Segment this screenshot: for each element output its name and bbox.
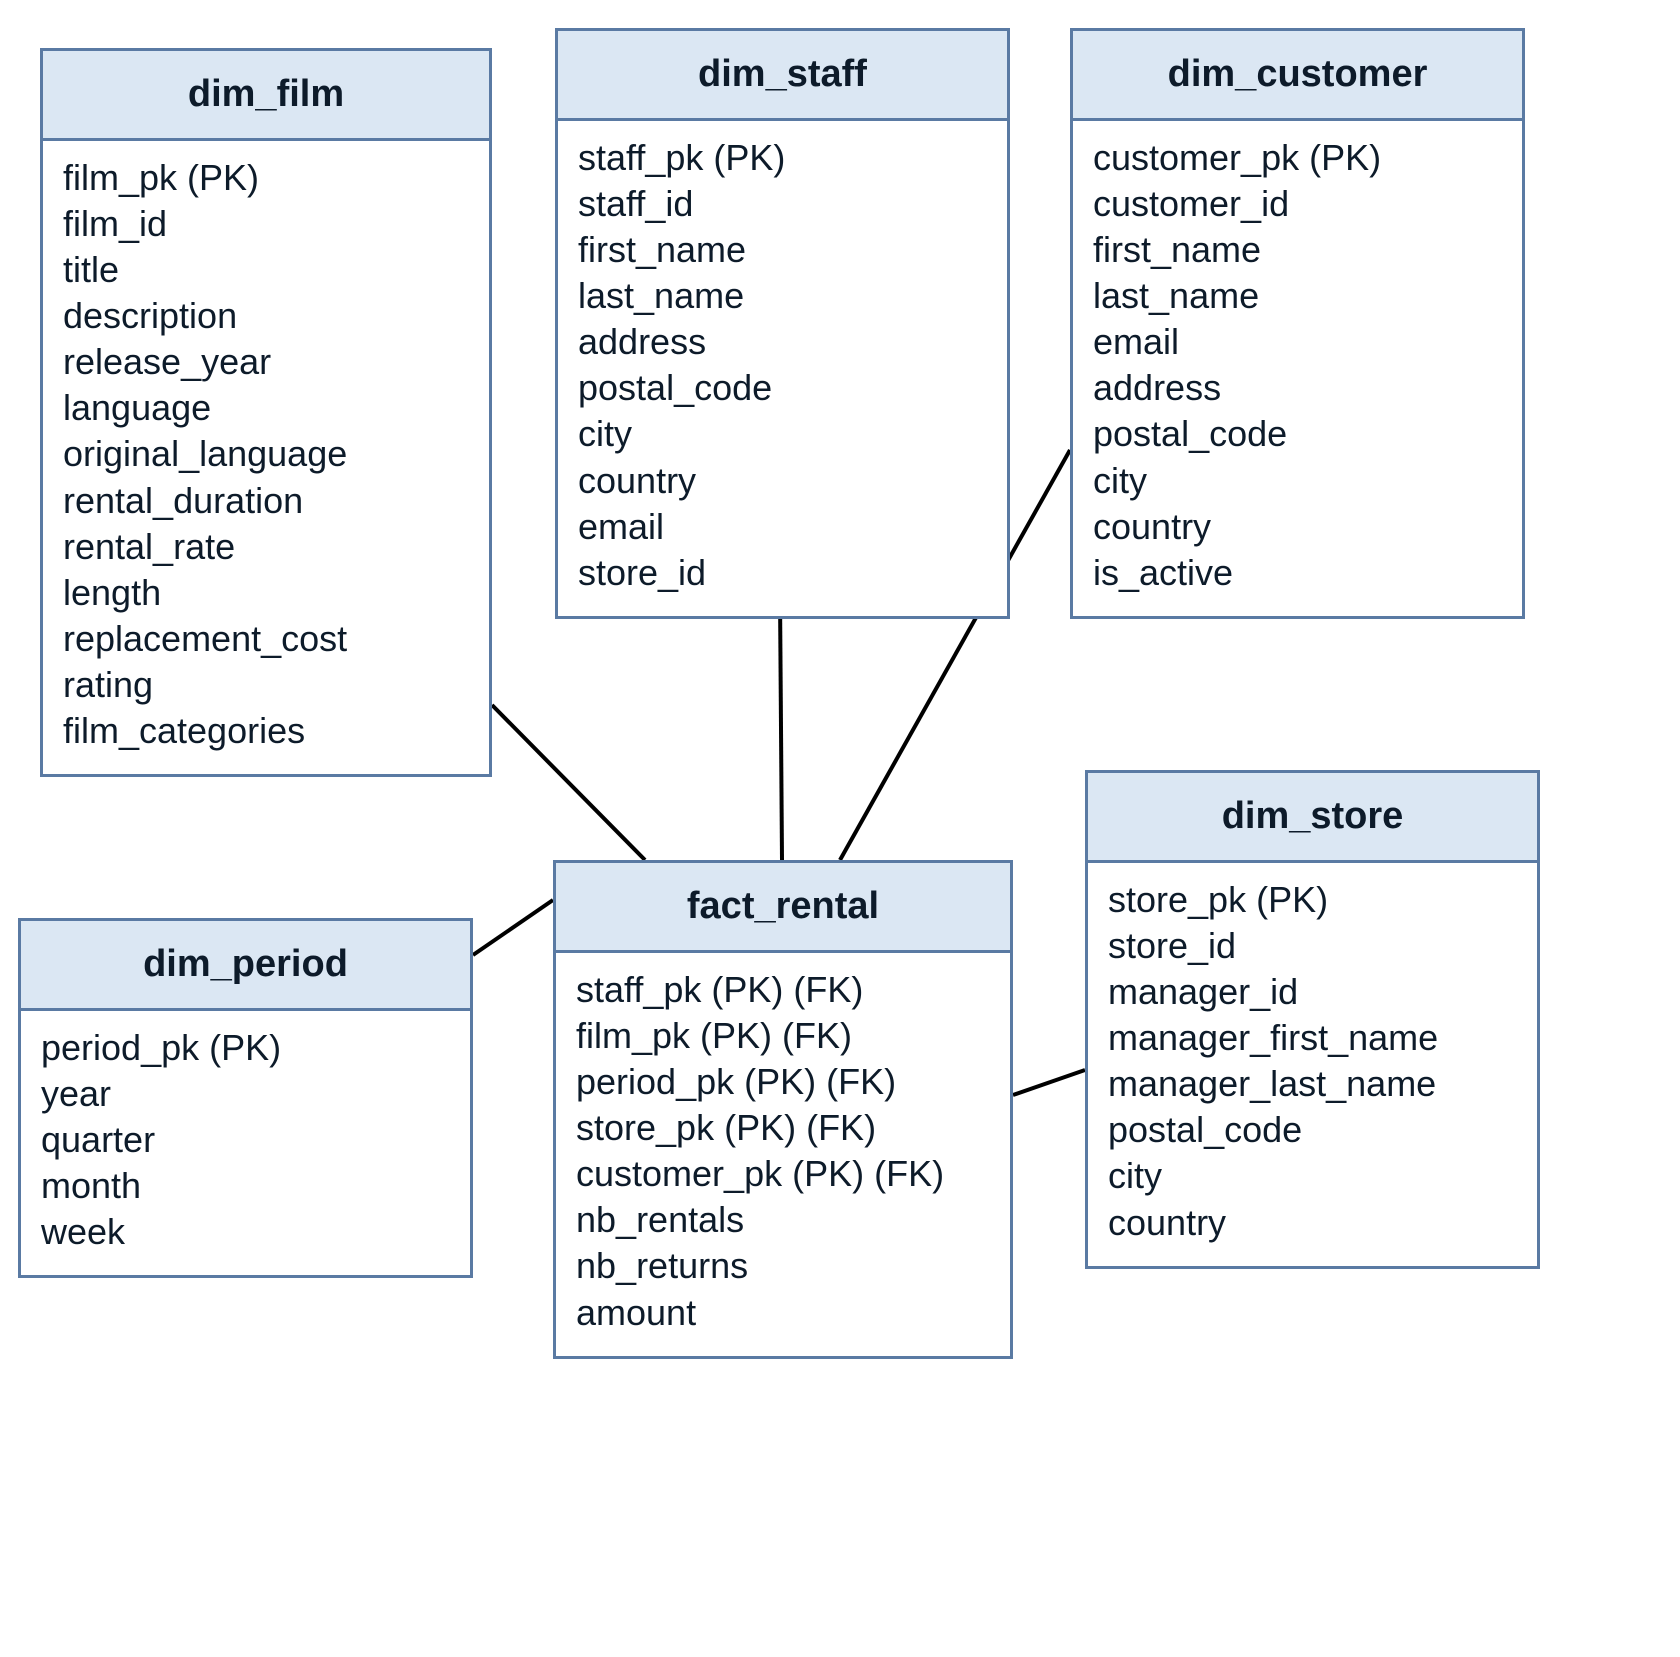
- field: replacement_cost: [63, 616, 469, 662]
- field: is_active: [1093, 550, 1502, 596]
- field: customer_pk (PK) (FK): [576, 1151, 990, 1197]
- field: country: [578, 458, 987, 504]
- field: rental_duration: [63, 478, 469, 524]
- entity-title-dim-staff: dim_staff: [558, 31, 1007, 121]
- field: country: [1108, 1200, 1517, 1246]
- field: month: [41, 1163, 450, 1209]
- field: last_name: [578, 273, 987, 319]
- relation-line: [473, 900, 553, 955]
- entity-fact-rental: fact_rental staff_pk (PK) (FK) film_pk (…: [553, 860, 1013, 1359]
- field: manager_first_name: [1108, 1015, 1517, 1061]
- field: manager_last_name: [1108, 1061, 1517, 1107]
- entity-title-dim-period: dim_period: [21, 921, 470, 1011]
- relation-line: [492, 705, 645, 860]
- field: postal_code: [578, 365, 987, 411]
- field: rating: [63, 662, 469, 708]
- field: address: [1093, 365, 1502, 411]
- field: city: [1093, 458, 1502, 504]
- field: postal_code: [1093, 411, 1502, 457]
- field: year: [41, 1071, 450, 1117]
- entity-dim-store: dim_store store_pk (PK) store_id manager…: [1085, 770, 1540, 1269]
- field: email: [1093, 319, 1502, 365]
- field: film_pk (PK): [63, 155, 469, 201]
- field: store_pk (PK) (FK): [576, 1105, 990, 1151]
- field: staff_pk (PK) (FK): [576, 967, 990, 1013]
- field: release_year: [63, 339, 469, 385]
- field: quarter: [41, 1117, 450, 1163]
- field: film_pk (PK) (FK): [576, 1013, 990, 1059]
- entity-body-dim-staff: staff_pk (PK) staff_id first_name last_n…: [558, 121, 1007, 616]
- field: nb_returns: [576, 1243, 990, 1289]
- field: first_name: [1093, 227, 1502, 273]
- field: language: [63, 385, 469, 431]
- entity-title-dim-film: dim_film: [43, 51, 489, 141]
- field: store_pk (PK): [1108, 877, 1517, 923]
- field: customer_id: [1093, 181, 1502, 227]
- entity-dim-film: dim_film film_pk (PK) film_id title desc…: [40, 48, 492, 777]
- field: store_id: [1108, 923, 1517, 969]
- field: original_language: [63, 431, 469, 477]
- entity-body-dim-film: film_pk (PK) film_id title description r…: [43, 141, 489, 774]
- entity-body-dim-period: period_pk (PK) year quarter month week: [21, 1011, 470, 1275]
- entity-dim-customer: dim_customer customer_pk (PK) customer_i…: [1070, 28, 1525, 619]
- entity-title-dim-customer: dim_customer: [1073, 31, 1522, 121]
- field: email: [578, 504, 987, 550]
- field: nb_rentals: [576, 1197, 990, 1243]
- field: staff_pk (PK): [578, 135, 987, 181]
- field: staff_id: [578, 181, 987, 227]
- relation-line: [780, 596, 782, 860]
- entity-dim-period: dim_period period_pk (PK) year quarter m…: [18, 918, 473, 1278]
- field: description: [63, 293, 469, 339]
- field: city: [1108, 1153, 1517, 1199]
- entity-body-fact-rental: staff_pk (PK) (FK) film_pk (PK) (FK) per…: [556, 953, 1010, 1356]
- entity-body-dim-store: store_pk (PK) store_id manager_id manage…: [1088, 863, 1537, 1266]
- field: country: [1093, 504, 1502, 550]
- entity-dim-staff: dim_staff staff_pk (PK) staff_id first_n…: [555, 28, 1010, 619]
- field: week: [41, 1209, 450, 1255]
- field: last_name: [1093, 273, 1502, 319]
- field: address: [578, 319, 987, 365]
- field: period_pk (PK) (FK): [576, 1059, 990, 1105]
- field: amount: [576, 1290, 990, 1336]
- field: period_pk (PK): [41, 1025, 450, 1071]
- field: rental_rate: [63, 524, 469, 570]
- field: film_categories: [63, 708, 469, 754]
- field: store_id: [578, 550, 987, 596]
- entity-title-fact-rental: fact_rental: [556, 863, 1010, 953]
- field: first_name: [578, 227, 987, 273]
- relation-line: [1013, 1070, 1085, 1095]
- field: city: [578, 411, 987, 457]
- entity-title-dim-store: dim_store: [1088, 773, 1537, 863]
- field: title: [63, 247, 469, 293]
- field: customer_pk (PK): [1093, 135, 1502, 181]
- field: postal_code: [1108, 1107, 1517, 1153]
- field: film_id: [63, 201, 469, 247]
- field: manager_id: [1108, 969, 1517, 1015]
- field: length: [63, 570, 469, 616]
- entity-body-dim-customer: customer_pk (PK) customer_id first_name …: [1073, 121, 1522, 616]
